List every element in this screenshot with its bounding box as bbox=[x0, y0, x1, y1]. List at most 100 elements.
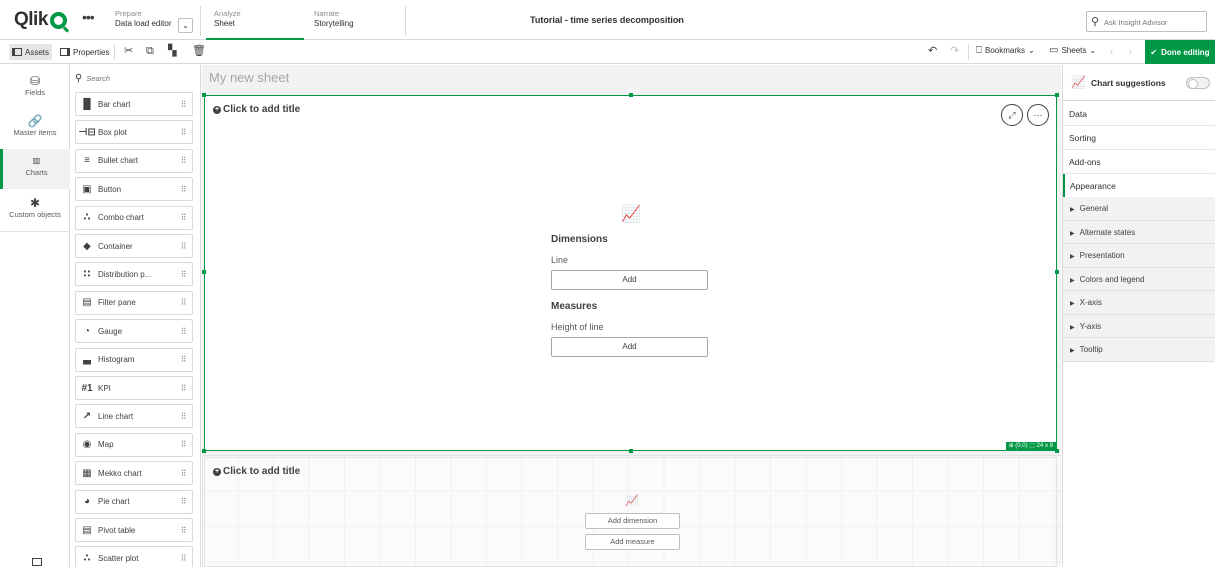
delete-icon[interactable]: 🗑 bbox=[192, 45, 206, 57]
add-dimension-button[interactable]: Add dimension bbox=[585, 513, 680, 529]
add-dimension-button[interactable]: Add bbox=[551, 270, 708, 290]
paste-icon[interactable]: ▚ bbox=[168, 45, 176, 57]
chart-item-mekko-chart[interactable]: ▦ Mekko chart ⠿ bbox=[75, 461, 193, 486]
chart-item-histogram[interactable]: ▃ Histogram ⠿ bbox=[75, 347, 193, 372]
drag-handle-icon[interactable]: ⠿ bbox=[174, 526, 192, 535]
chart-suggestions-header: 📈 Chart suggestions bbox=[1063, 65, 1215, 101]
chart-item-combo-chart[interactable]: ∴ Combo chart ⠿ bbox=[75, 205, 193, 230]
insight-advisor-search[interactable]: ⚲ bbox=[1086, 11, 1207, 32]
caret-right-icon: ▶ bbox=[1070, 230, 1075, 237]
properties-toggle-button[interactable]: Properties bbox=[57, 44, 112, 60]
resize-handle[interactable] bbox=[1055, 270, 1059, 274]
drag-handle-icon[interactable]: ⠿ bbox=[174, 497, 192, 506]
drag-handle-icon[interactable]: ⠿ bbox=[174, 298, 192, 307]
drag-handle-icon[interactable]: ⠿ bbox=[174, 156, 192, 165]
section-presentation[interactable]: ▶ Presentation bbox=[1063, 244, 1215, 268]
done-editing-button[interactable]: ✔ Done editing bbox=[1145, 40, 1215, 64]
drag-handle-icon[interactable]: ⠿ bbox=[174, 242, 192, 251]
chart-item-gauge[interactable]: ◔ Gauge ⠿ bbox=[75, 319, 193, 344]
nav-analyze[interactable]: Analyze Sheet bbox=[206, 0, 304, 40]
add-measure-button[interactable]: Add bbox=[551, 337, 708, 357]
sheet-title[interactable]: My new sheet bbox=[209, 70, 289, 85]
section-x-axis[interactable]: ▶ X-axis bbox=[1063, 291, 1215, 315]
section-tooltip[interactable]: ▶ Tooltip bbox=[1063, 338, 1215, 362]
drag-handle-icon[interactable]: ⠿ bbox=[174, 469, 192, 478]
chevron-down-icon[interactable]: ⌄ bbox=[674, 13, 682, 24]
drag-handle-icon[interactable]: ⠿ bbox=[174, 128, 192, 137]
chart-title-placeholder[interactable]: + Click to add title bbox=[213, 466, 300, 477]
resize-handle[interactable] bbox=[1055, 93, 1059, 97]
search-icon: ⚲ bbox=[75, 72, 83, 84]
chart-suggestions-toggle[interactable] bbox=[1186, 77, 1210, 89]
drag-handle-icon[interactable]: ⠿ bbox=[174, 554, 192, 563]
expand-icon[interactable]: ⤢ bbox=[1001, 104, 1023, 126]
resize-handle[interactable] bbox=[202, 270, 206, 274]
section-alternate-states[interactable]: ▶ Alternate states bbox=[1063, 220, 1215, 244]
cut-icon[interactable]: ✂ bbox=[124, 45, 133, 57]
chart-item-map[interactable]: ◉ Map ⠿ bbox=[75, 432, 193, 457]
resize-handle[interactable] bbox=[202, 449, 206, 453]
tab-data[interactable]: Data bbox=[1063, 102, 1215, 126]
undo-icon[interactable]: ↶ bbox=[928, 45, 937, 57]
chart-item-box-plot[interactable]: ⊣⊟ Box plot ⠿ bbox=[75, 120, 193, 145]
bookmarks-button[interactable]: ⎕ Bookmarks ⌄ bbox=[976, 45, 1035, 56]
chart-item-container[interactable]: ◆ Container ⠿ bbox=[75, 234, 193, 258]
chart-item-scatter-plot[interactable]: ∴ Scatter plot ⠿ bbox=[75, 546, 193, 567]
chevron-down-icon: ⌄ bbox=[1089, 46, 1097, 55]
qlik-logo[interactable]: Qlik bbox=[14, 9, 67, 31]
more-menu-icon[interactable]: ••• bbox=[82, 10, 95, 24]
drag-handle-icon[interactable]: ⠿ bbox=[174, 327, 192, 336]
drag-handle-icon[interactable]: ⠿ bbox=[174, 412, 192, 421]
chart-item-kpi[interactable]: #1 KPI ⠿ bbox=[75, 376, 193, 400]
copy-icon[interactable]: ⧉ bbox=[146, 45, 154, 57]
tab-sorting[interactable]: Sorting bbox=[1063, 126, 1215, 150]
previous-sheet-icon[interactable]: ‹ bbox=[1110, 45, 1113, 57]
resize-handle[interactable] bbox=[202, 93, 206, 97]
chart-item-distribution-p[interactable]: ∷ Distribution p... ⠿ bbox=[75, 262, 193, 287]
link-icon: 🔗 bbox=[27, 114, 43, 128]
chart-item-label: Button bbox=[98, 184, 122, 194]
sheets-button[interactable]: ▭ Sheets ⌄ bbox=[1049, 45, 1096, 56]
rail-item-master-items[interactable]: 🔗 Master items bbox=[0, 109, 70, 149]
drag-handle-icon[interactable]: ⠿ bbox=[174, 440, 192, 449]
chart-object-placeholder[interactable]: + Click to add title 📈 Add dimension Add… bbox=[204, 457, 1057, 567]
collapse-panel-icon[interactable] bbox=[32, 558, 42, 566]
drag-handle-icon[interactable]: ⠿ bbox=[174, 270, 192, 279]
chart-item-pivot-table[interactable]: ▤ Pivot table ⠿ bbox=[75, 518, 193, 542]
rail-item-fields[interactable]: ⛁ Fields bbox=[0, 69, 70, 109]
chart-item-pie-chart[interactable]: ◕ Pie chart ⠿ bbox=[75, 489, 193, 514]
selected-chart-object[interactable]: + Click to add title ⤢ ··· 📈 Dimensions … bbox=[202, 93, 1059, 453]
app-title[interactable]: Tutorial - time series decomposition bbox=[530, 15, 684, 25]
add-measure-button[interactable]: Add measure bbox=[585, 534, 680, 550]
rail-item-charts[interactable]: ▥ Charts bbox=[0, 149, 70, 189]
chart-title-placeholder[interactable]: + Click to add title bbox=[213, 104, 300, 115]
nav-prepare[interactable]: Prepare Data load editor bbox=[115, 9, 171, 28]
resize-handle[interactable] bbox=[629, 93, 633, 97]
tab-appearance[interactable]: Appearance bbox=[1063, 174, 1215, 198]
chart-item-line-chart[interactable]: ↗ Line chart ⠿ bbox=[75, 404, 193, 429]
chart-item-bullet-chart[interactable]: ≡ Bullet chart ⠿ bbox=[75, 148, 193, 173]
drag-handle-icon[interactable]: ⠿ bbox=[174, 185, 192, 194]
chart-item-filter-pane[interactable]: ▤ Filter pane ⠿ bbox=[75, 290, 193, 315]
prepare-dropdown-chevron-icon[interactable]: ⌄ bbox=[178, 18, 193, 33]
section-general[interactable]: ▶ General bbox=[1063, 197, 1215, 221]
section-y-axis[interactable]: ▶ Y-axis bbox=[1063, 314, 1215, 338]
tab-add-ons[interactable]: Add-ons bbox=[1063, 150, 1215, 174]
chart-item-bar-chart[interactable]: ▐▌ Bar chart ⠿ bbox=[75, 92, 193, 116]
resize-handle[interactable] bbox=[629, 449, 633, 453]
drag-handle-icon[interactable]: ⠿ bbox=[174, 384, 192, 393]
assets-toggle-button[interactable]: Assets bbox=[9, 44, 53, 60]
chart-item-button[interactable]: ▣ Button ⠿ bbox=[75, 177, 193, 202]
more-options-icon[interactable]: ··· bbox=[1027, 104, 1049, 126]
asset-search[interactable]: ⚲ bbox=[75, 70, 195, 86]
section-colors-and-legend[interactable]: ▶ Colors and legend bbox=[1063, 267, 1215, 291]
rail-item-custom-objects[interactable]: ✱ Custom objects bbox=[0, 191, 70, 231]
insight-advisor-input[interactable] bbox=[1104, 15, 1204, 29]
drag-handle-icon[interactable]: ⠿ bbox=[174, 100, 192, 109]
drag-handle-icon[interactable]: ⠿ bbox=[174, 213, 192, 222]
asset-search-input[interactable] bbox=[86, 73, 187, 83]
redo-icon[interactable]: ↷ bbox=[950, 45, 959, 57]
nav-narrate[interactable]: Narrate Storytelling bbox=[306, 0, 404, 40]
drag-handle-icon[interactable]: ⠿ bbox=[174, 355, 192, 364]
next-sheet-icon[interactable]: › bbox=[1129, 45, 1132, 57]
